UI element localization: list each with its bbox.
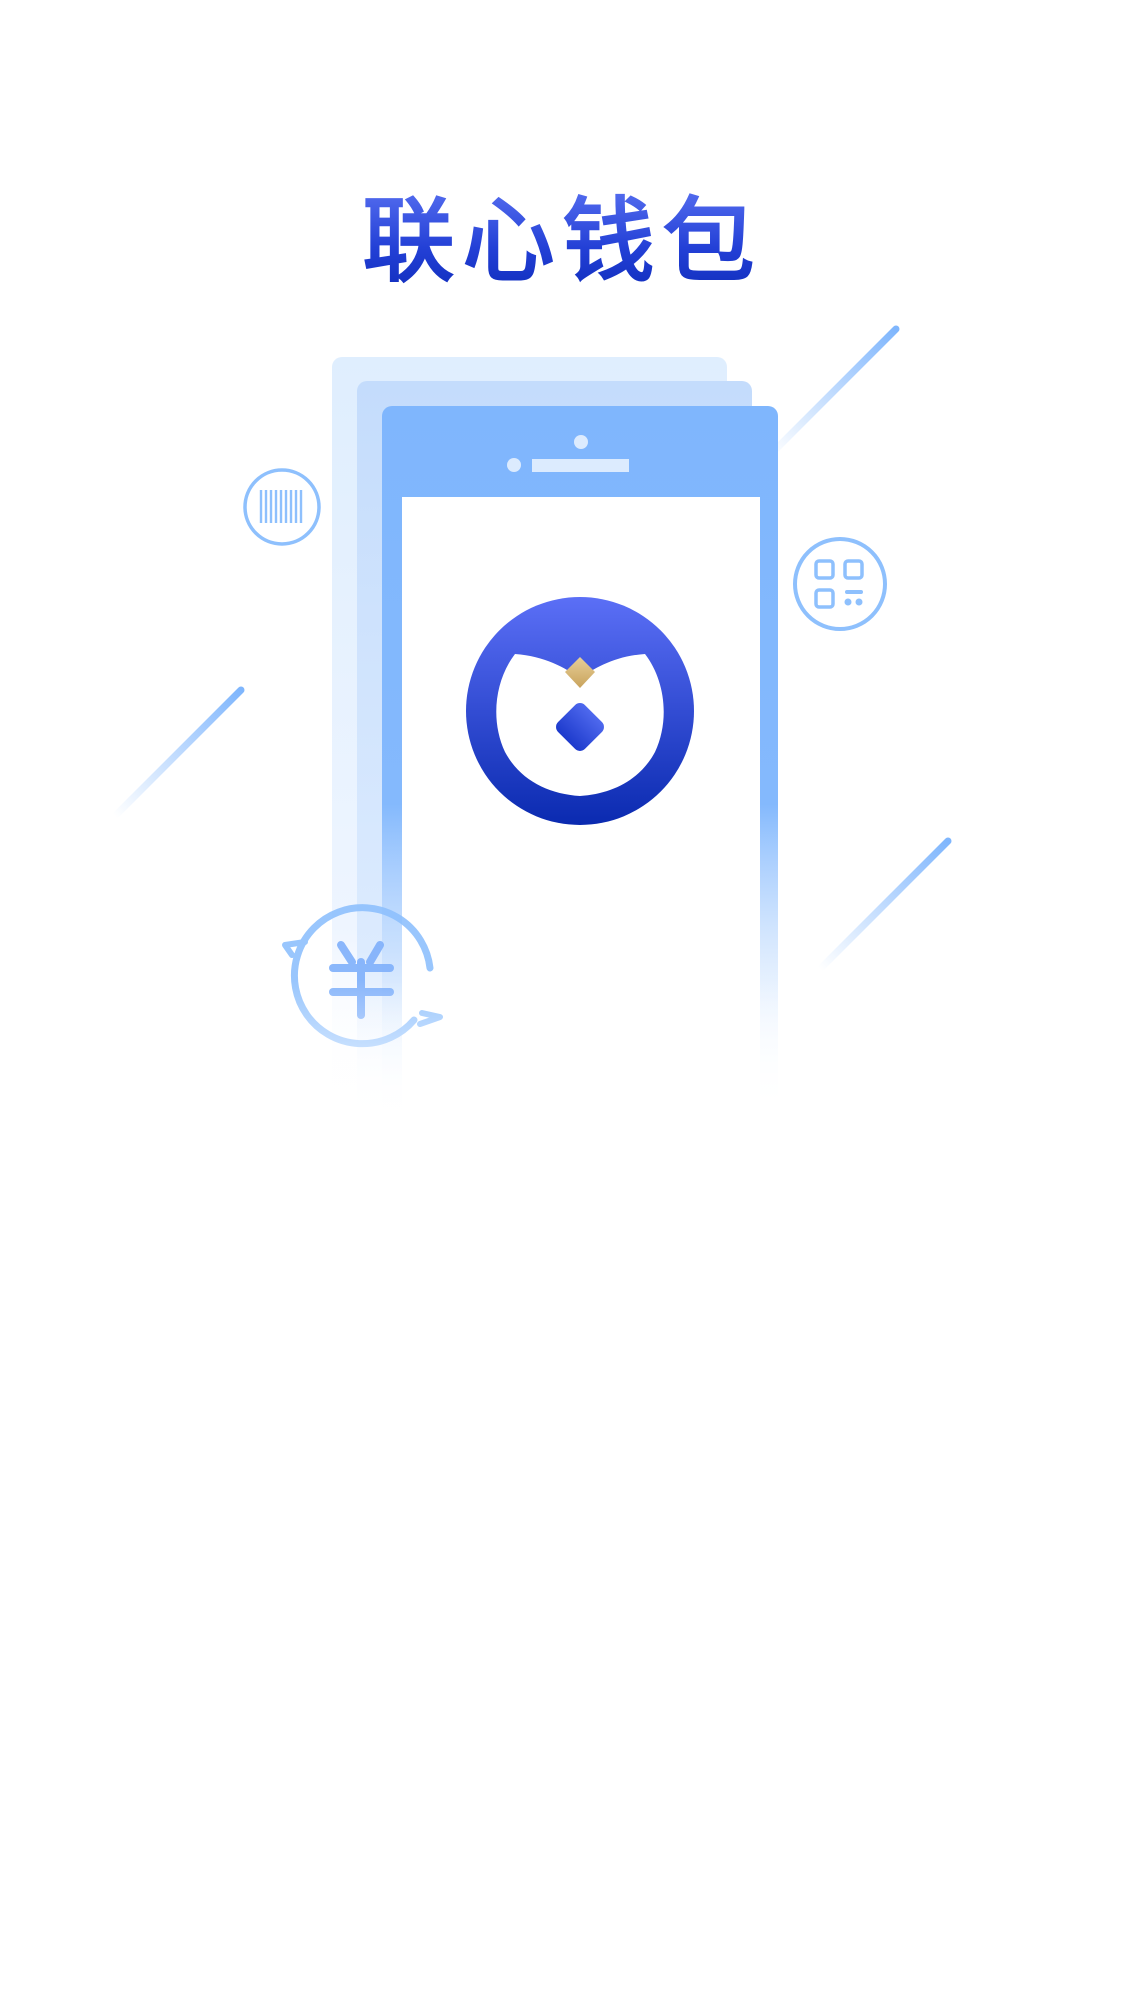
barcode-icon: [243, 468, 321, 546]
phone-sensor: [507, 458, 521, 472]
qr-code-icon: [793, 537, 887, 631]
splash-screen: 联心钱包: [0, 0, 1125, 2001]
wallet-logo-icon: [466, 597, 694, 825]
phone-camera: [574, 435, 588, 449]
phone-speaker: [532, 459, 629, 472]
phone-illustration: [111, 325, 952, 1130]
